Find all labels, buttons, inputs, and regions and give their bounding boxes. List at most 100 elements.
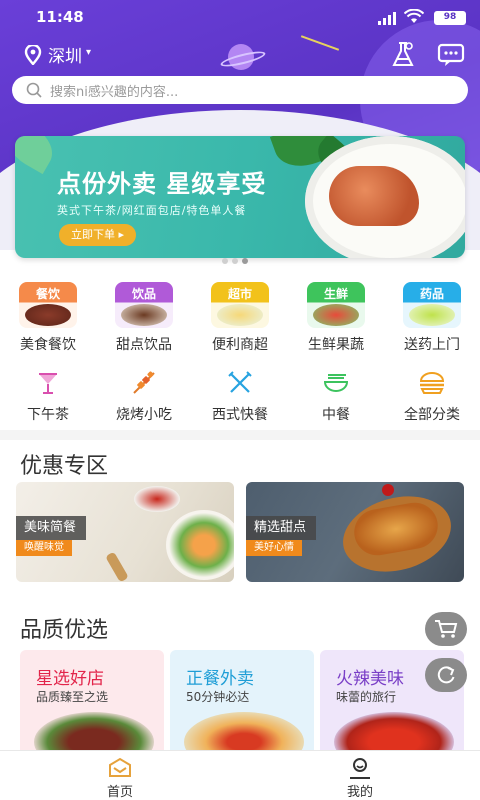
main-category-row: 餐饮 美食餐饮 饮品 甜点饮品 超市 便利商超 生鲜 生鲜果蔬 药品 送药上门: [0, 282, 480, 354]
lab-flask-button[interactable]: [386, 38, 420, 72]
quality-card-subtitle: 品质臻至之选: [36, 690, 109, 704]
section-title-promo: 优惠专区: [20, 454, 109, 479]
home-icon: [109, 757, 131, 777]
banner-title: 点份外卖 星级享受: [57, 170, 267, 198]
tab-label: 我的: [346, 785, 373, 800]
quality-card-star-shop[interactable]: 星选好店 品质臻至之选: [20, 650, 164, 760]
category-medicine[interactable]: 药品 送药上门: [384, 282, 480, 354]
profile-icon: [350, 758, 370, 779]
subcategory-label: 中餐: [322, 407, 350, 423]
banner-pager: [222, 258, 248, 264]
battery-indicator: 98: [434, 11, 466, 25]
category-tag: 餐饮: [35, 287, 60, 301]
category-drinks[interactable]: 饮品 甜点饮品: [96, 282, 192, 354]
fork-knife-icon: [225, 368, 255, 398]
category-tag: 药品: [419, 287, 444, 301]
promo-card-subtitle: 美好心情: [246, 540, 302, 556]
category-label: 送药上门: [404, 337, 460, 353]
spoon-image: [105, 551, 129, 582]
subcategory-western[interactable]: 西式快餐: [192, 368, 288, 424]
quality-card-title: 正餐外卖: [186, 669, 254, 689]
category-label: 生鲜果蔬: [308, 337, 364, 353]
sub-category-row: 下午茶 烧烤小吃 西式快餐 中餐 全部分类: [0, 368, 480, 424]
wifi-icon: [404, 9, 424, 23]
category-fresh[interactable]: 生鲜 生鲜果蔬: [288, 282, 384, 354]
dish-food-image: [329, 166, 419, 226]
coffee-cup-image: [121, 304, 167, 326]
chevron-down-icon: ▾: [86, 47, 92, 58]
status-time: 11:48: [36, 8, 84, 26]
bowl-icon: [321, 368, 351, 398]
tab-label: 首页: [106, 785, 133, 800]
message-icon: [437, 43, 465, 66]
medicine-bottle-image: [409, 304, 455, 326]
status-bar: 11:48 98: [0, 0, 480, 34]
message-button[interactable]: [434, 38, 468, 72]
category-tile: 饮品: [115, 282, 173, 328]
subcategory-label: 下午茶: [27, 407, 69, 423]
tab-home[interactable]: 首页: [0, 751, 240, 800]
pager-dot-active[interactable]: [242, 258, 248, 264]
store-logo-image: [217, 304, 263, 326]
section-title-quality: 品质优选: [20, 618, 109, 643]
subcategory-label: 西式快餐: [212, 407, 268, 423]
quality-card-meal-delivery[interactable]: 正餐外卖 50分钟必达: [170, 650, 314, 760]
cocktail-icon: [33, 368, 63, 398]
category-tag: 超市: [227, 287, 252, 301]
signal-icon: [378, 12, 396, 25]
category-tile: 药品: [403, 282, 461, 328]
search-placeholder: 搜索ni感兴趣的内容...: [50, 84, 179, 100]
burger-icon: [417, 368, 447, 398]
cherry-image: [382, 484, 394, 496]
subcategory-chinese[interactable]: 中餐: [288, 368, 384, 424]
category-food[interactable]: 餐饮 美食餐饮: [0, 282, 96, 354]
category-label: 美食餐饮: [20, 337, 76, 353]
quality-card-title: 星选好店: [36, 669, 104, 689]
food-dish-image: [25, 304, 71, 326]
promo-card-dessert[interactable]: 精选甜点 美好心情: [246, 482, 464, 582]
category-tile: 餐饮: [19, 282, 77, 328]
subcategory-all[interactable]: 全部分类: [384, 368, 480, 424]
pager-dot[interactable]: [232, 258, 238, 264]
subcategory-label: 烧烤小吃: [116, 407, 172, 423]
category-tag: 饮品: [131, 287, 156, 301]
quality-card-title: 火辣美味: [336, 669, 404, 689]
subcategory-label: 全部分类: [404, 407, 460, 423]
location-pin-icon: [24, 44, 42, 65]
search-icon: [26, 82, 42, 98]
cart-icon: [435, 620, 458, 638]
pager-dot[interactable]: [222, 258, 228, 264]
promo-card-subtitle: 唤醒味觉: [16, 540, 72, 556]
category-label: 便利商超: [212, 337, 268, 353]
order-now-button[interactable]: 立即下单 ▸: [59, 224, 137, 246]
search-bar[interactable]: 搜索ni感兴趣的内容...: [12, 76, 468, 104]
subcategory-bbq[interactable]: 烧烤小吃: [96, 368, 192, 424]
leaf-decor: [15, 136, 61, 175]
category-label: 甜点饮品: [116, 337, 172, 353]
location-city: 深圳: [48, 47, 82, 67]
sauce-bowl-image: [134, 486, 180, 512]
section-divider: [0, 430, 480, 440]
bottom-tab-bar: 首页 我的: [0, 750, 480, 800]
quality-card-subtitle: 味蕾的旅行: [336, 690, 397, 704]
top-bar: 深圳 ▾: [0, 36, 480, 74]
tab-mine[interactable]: 我的: [240, 751, 480, 800]
cart-button[interactable]: [425, 612, 467, 646]
category-tile: 生鲜: [307, 282, 365, 328]
subcategory-afternoon-tea[interactable]: 下午茶: [0, 368, 96, 424]
refresh-icon: [437, 666, 455, 684]
category-tile: 超市: [211, 282, 269, 328]
skewer-icon: [129, 368, 159, 398]
promo-card-title: 精选甜点: [246, 516, 317, 540]
flask-icon: [392, 42, 414, 66]
quality-card-subtitle: 50分钟必达: [186, 690, 250, 704]
category-tag: 生鲜: [323, 287, 348, 301]
location-selector[interactable]: 深圳 ▾: [24, 42, 91, 67]
fruit-image: [313, 304, 359, 326]
promo-card-title: 美味简餐: [16, 516, 87, 540]
wrap-plate-image: [166, 510, 234, 580]
refresh-button[interactable]: [425, 658, 467, 692]
category-market[interactable]: 超市 便利商超: [192, 282, 288, 354]
promo-card-meal[interactable]: 美味简餐 唤醒味觉: [16, 482, 234, 582]
promo-banner[interactable]: 点份外卖 星级享受 英式下午茶/网红面包店/特色单人餐 立即下单 ▸: [15, 136, 465, 258]
